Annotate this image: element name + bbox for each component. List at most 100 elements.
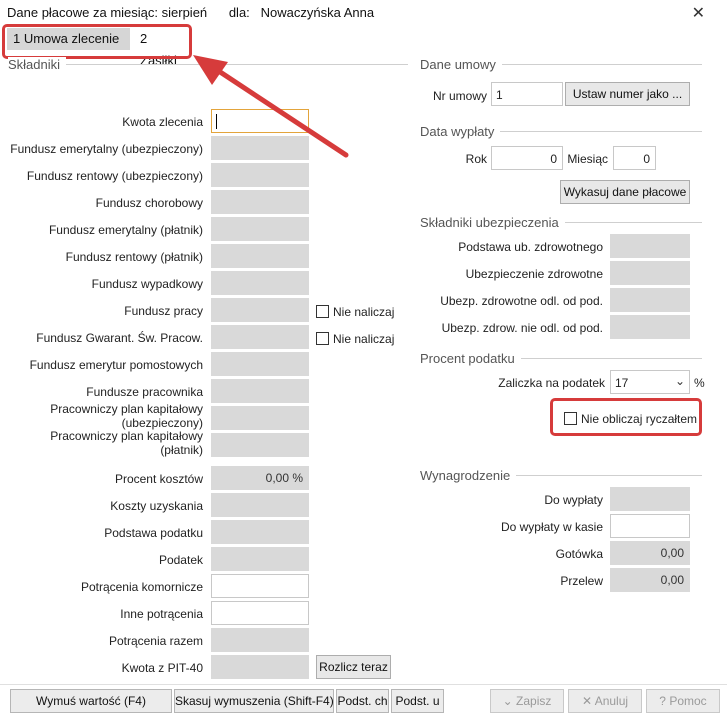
skladnik-label: Podatek: [158, 553, 203, 567]
rok-input[interactable]: 0: [491, 146, 563, 170]
chevron-down-icon: ⌄: [674, 374, 685, 388]
wymus-wartosc-button[interactable]: Wymuś wartość (F4): [10, 689, 172, 713]
skladnik-label: Inne potrącenia: [120, 607, 203, 621]
skladnik-label: Fundusz pracy: [124, 304, 203, 318]
skladnik-field[interactable]: [211, 493, 309, 517]
skladnik-field[interactable]: 0,00 %: [211, 466, 309, 490]
skladnik-field[interactable]: [211, 379, 309, 403]
anuluj-label: Anuluj: [594, 694, 629, 708]
fgsp-nie-naliczaj-checkbox[interactable]: [316, 332, 329, 345]
ustaw-numer-button[interactable]: Ustaw numer jako ...: [565, 82, 690, 106]
title-employee: Nowaczyńska Anna: [260, 5, 375, 20]
title-bar: Dane płacowe za miesiąc: sierpień dla: N…: [0, 0, 727, 24]
fundusz-pracy-nie-naliczaj-checkbox[interactable]: [316, 305, 329, 318]
percent-sign: %: [694, 376, 705, 390]
skladnik-label: Fundusz chorobowy: [95, 196, 203, 210]
skladnik-label: Fundusz rentowy (ubezpieczony): [26, 169, 203, 183]
value-field[interactable]: [610, 288, 690, 312]
value-field[interactable]: [610, 487, 690, 511]
nie-obliczaj-ryczaltem-label: Nie obliczaj ryczałtem: [581, 412, 698, 426]
skladnik-field[interactable]: [211, 163, 309, 187]
help-icon: ?: [659, 694, 666, 708]
arrow-head: [193, 55, 228, 85]
skladnik-field[interactable]: [211, 109, 309, 133]
skladnik-label: Koszty uzyskania: [110, 499, 203, 513]
close-icon[interactable]: ✕: [692, 3, 705, 23]
value-field[interactable]: [610, 234, 690, 258]
skladnik-field[interactable]: [211, 433, 309, 457]
skladnik-label: Fundusz emerytalny (ubezpieczony): [10, 142, 203, 156]
skladnik-field[interactable]: [211, 217, 309, 241]
skladnik-field[interactable]: [211, 190, 309, 214]
section-title-wynagrodzenie: Wynagrodzenie: [420, 468, 517, 483]
skladnik-field[interactable]: [211, 136, 309, 160]
value-field[interactable]: 0,00: [610, 568, 690, 592]
skladnik-label: Fundusz rentowy (płatnik): [65, 250, 203, 264]
field-label: Ubezpieczenie zdrowotne: [465, 267, 603, 281]
skladnik-field[interactable]: [211, 655, 309, 679]
fundusz-pracy-nie-naliczaj-label: Nie naliczaj: [333, 305, 395, 319]
field-value: 0,00: [660, 546, 684, 560]
skladnik-label: Pracowniczy plan kapitałowy (ubezpieczon…: [50, 402, 203, 430]
nr-umowy-value: 1: [496, 88, 503, 102]
skladnik-field[interactable]: [211, 520, 309, 544]
skladnik-label: Kwota z PIT-40: [121, 661, 203, 675]
title-for-label: dla:: [228, 5, 250, 20]
zaliczka-select[interactable]: 17 ⌄: [610, 370, 690, 394]
skladnik-label: Procent kosztów: [114, 472, 203, 486]
rok-label: Rok: [465, 152, 487, 166]
section-title-procent-podatku: Procent podatku: [420, 351, 521, 366]
skladnik-label: Fundusz emerytur pomostowych: [29, 358, 203, 372]
skladnik-field[interactable]: [211, 298, 309, 322]
skladnik-label: Fundusz emerytalny (płatnik): [48, 223, 203, 237]
field-label: Przelew: [560, 574, 603, 588]
pomoc-label: Pomoc: [669, 694, 707, 708]
value-field[interactable]: [610, 261, 690, 285]
pomoc-button[interactable]: ? Pomoc: [646, 689, 720, 713]
nr-umowy-input[interactable]: 1: [491, 82, 563, 106]
section-divider: [8, 64, 408, 65]
podst-u-button[interactable]: Podst. u: [391, 689, 444, 713]
value-field[interactable]: [610, 514, 690, 538]
skladnik-field[interactable]: [211, 601, 309, 625]
skladnik-label: Potrącenia komornicze: [80, 580, 203, 594]
field-label: Gotówka: [555, 547, 603, 561]
section-title-dane-umowy: Dane umowy: [420, 57, 502, 72]
tabs-highlight-box: [2, 24, 192, 59]
skladnik-field[interactable]: [211, 628, 309, 652]
skladnik-field[interactable]: [211, 547, 309, 571]
podst-ch-button[interactable]: Podst. ch: [336, 689, 389, 713]
field-label: Do wypłaty w kasie: [500, 520, 603, 534]
zapisz-button[interactable]: ⌄ Zapisz: [490, 689, 564, 713]
section-title-data-wyplaty: Data wypłaty: [420, 124, 501, 139]
section-title-ubezpieczenia: Składniki ubezpieczenia: [420, 215, 565, 230]
anuluj-button[interactable]: ✕ Anuluj: [568, 689, 642, 713]
nie-obliczaj-ryczaltem-checkbox[interactable]: [564, 412, 577, 425]
skladnik-field[interactable]: [211, 271, 309, 295]
skladnik-field[interactable]: [211, 574, 309, 598]
check-icon: ⌄: [502, 694, 513, 708]
skladnik-label: Pracowniczy plan kapitałowy (płatnik): [50, 429, 203, 457]
skladnik-field[interactable]: [211, 352, 309, 376]
zaliczka-value: 17: [615, 376, 629, 390]
miesiac-input[interactable]: 0: [613, 146, 656, 170]
wykasuj-dane-button[interactable]: Wykasuj dane płacowe: [560, 180, 690, 204]
value-field[interactable]: 0,00: [610, 541, 690, 565]
skladnik-field[interactable]: [211, 244, 309, 268]
rozlicz-teraz-button[interactable]: Rozlicz teraz: [316, 655, 391, 679]
field-value: 0,00: [660, 573, 684, 587]
skladnik-label: Kwota zlecenia: [122, 115, 203, 129]
section-title-skladniki: Składniki: [8, 57, 67, 72]
skladnik-field[interactable]: [211, 406, 309, 430]
text-cursor: [216, 114, 217, 129]
zapisz-label: Zapisz: [516, 694, 552, 708]
skladnik-field[interactable]: [211, 325, 309, 349]
skladnik-value: 0,00 %: [265, 471, 303, 485]
skasuj-wymuszenia-button[interactable]: Skasuj wymuszenia (Shift-F4): [174, 689, 334, 713]
miesiac-value: 0: [643, 152, 650, 166]
skladnik-label: Podstawa podatku: [104, 526, 203, 540]
field-label: Podstawa ub. zdrowotnego: [458, 240, 603, 254]
value-field[interactable]: [610, 315, 690, 339]
miesiac-label: Miesiąc: [567, 152, 608, 166]
rok-value: 0: [550, 152, 557, 166]
